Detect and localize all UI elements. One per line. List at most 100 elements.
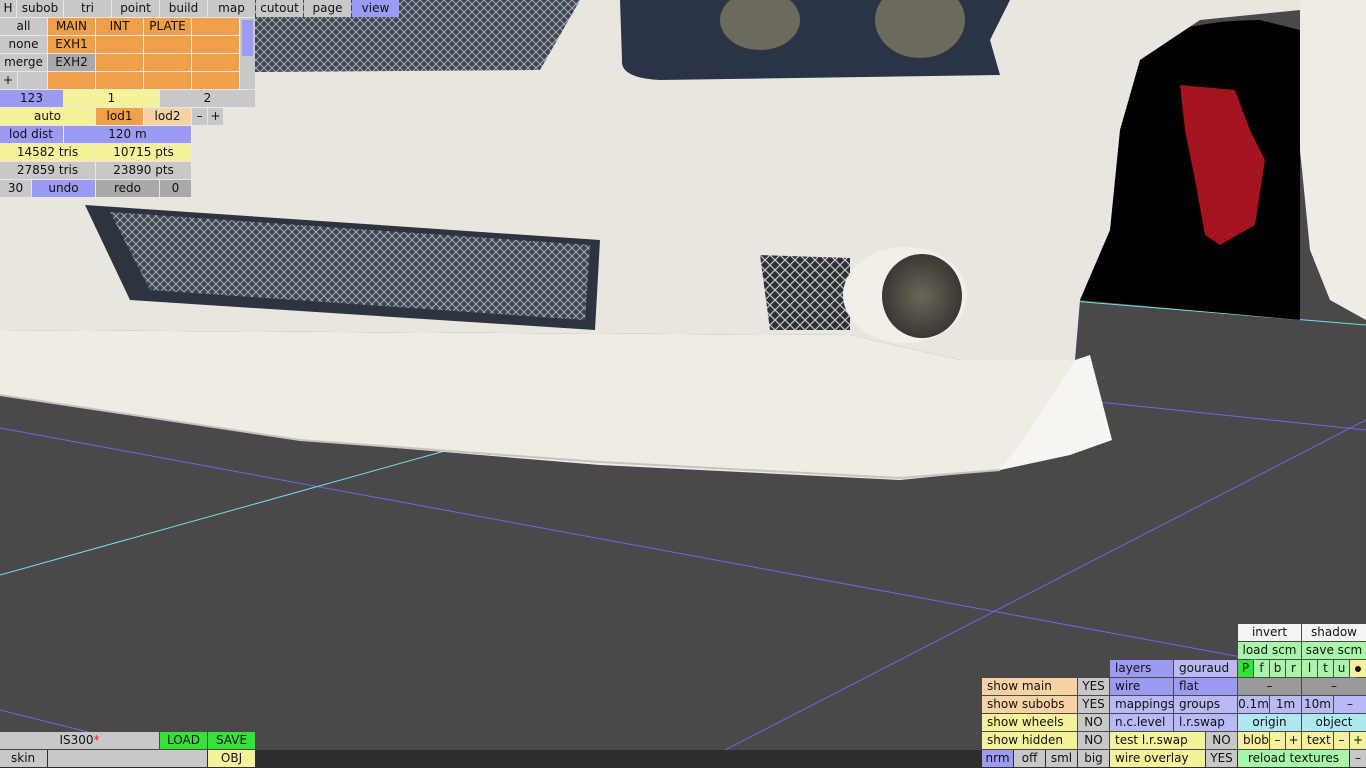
reload-minus-button[interactable]: – — [1350, 750, 1366, 767]
dist-0-1m-button[interactable]: 0.1m — [1238, 696, 1269, 713]
lod-minus-button[interactable]: – — [192, 108, 207, 125]
layer-slot[interactable] — [192, 72, 239, 89]
skin-label: skin — [0, 750, 47, 767]
menu-subob[interactable]: subob — [17, 0, 63, 17]
menu-h[interactable]: H — [0, 0, 16, 17]
test-lr-swap-label[interactable]: test l.r.swap — [1110, 732, 1205, 749]
flat-button[interactable]: flat — [1174, 678, 1237, 695]
show-subobs-value[interactable]: YES — [1078, 696, 1109, 713]
show-main-label[interactable]: show main — [982, 678, 1077, 695]
dist-minus-button[interactable]: – — [1334, 696, 1366, 713]
layer-slot[interactable] — [96, 72, 143, 89]
layer-add-button[interactable]: + — [0, 72, 17, 89]
file-name-field[interactable]: IS300* — [0, 732, 159, 749]
stat-pts-1: 10715 pts — [96, 144, 191, 161]
mappings-button[interactable]: mappings — [1110, 696, 1173, 713]
lod2-button[interactable]: lod2 — [144, 108, 191, 125]
layer-merge-button[interactable]: merge — [0, 54, 47, 71]
redo-count: 0 — [160, 180, 191, 197]
gouraud-button[interactable]: gouraud — [1174, 660, 1237, 677]
show-hidden-value[interactable]: NO — [1078, 732, 1109, 749]
origin-button[interactable]: origin — [1238, 714, 1301, 731]
text-minus-button[interactable]: – — [1334, 732, 1349, 749]
save-scm-button[interactable]: save scm — [1302, 642, 1366, 659]
view-number-123[interactable]: 123 — [0, 90, 63, 107]
save-button[interactable]: SAVE — [208, 732, 255, 749]
blob-plus-button[interactable]: + — [1286, 732, 1301, 749]
text-plus-button[interactable]: + — [1350, 732, 1366, 749]
layer-slot[interactable] — [96, 36, 143, 53]
shadow-button[interactable]: shadow — [1302, 624, 1366, 641]
view-t-button[interactable]: t — [1318, 660, 1333, 677]
menu-page[interactable]: page — [304, 0, 351, 17]
wire-overlay-value[interactable]: YES — [1206, 750, 1237, 767]
layer-slot[interactable] — [144, 36, 191, 53]
layer-slot[interactable] — [192, 54, 239, 71]
undo-button[interactable]: undo — [32, 180, 95, 197]
show-subobs-label[interactable]: show subobs — [982, 696, 1077, 713]
wire-button[interactable]: wire — [1110, 678, 1173, 695]
menu-build[interactable]: build — [160, 0, 207, 17]
dash-button-2[interactable]: – — [1302, 678, 1366, 695]
layer-slot[interactable] — [192, 36, 239, 53]
dash-button-1[interactable]: – — [1238, 678, 1301, 695]
menu-point[interactable]: point — [112, 0, 159, 17]
redo-button[interactable]: redo — [96, 180, 159, 197]
blob-minus-button[interactable]: – — [1270, 732, 1285, 749]
dist-10m-button[interactable]: 10m — [1302, 696, 1333, 713]
wire-overlay-label[interactable]: wire overlay — [1110, 750, 1205, 767]
menu-cutout[interactable]: cutout — [256, 0, 303, 17]
view-r-button[interactable]: r — [1286, 660, 1301, 677]
layer-exh1[interactable]: EXH1 — [48, 36, 95, 53]
lod-dist-value[interactable]: 120 m — [64, 126, 191, 143]
big-button[interactable]: big — [1078, 750, 1109, 767]
layer-plate[interactable]: PLATE — [144, 18, 191, 35]
view-b-button[interactable]: b — [1270, 660, 1285, 677]
layer-slot[interactable] — [144, 54, 191, 71]
lod-auto-button[interactable]: auto — [0, 108, 95, 125]
obj-button[interactable]: OBJ — [208, 750, 255, 767]
menu-tri[interactable]: tri — [64, 0, 111, 17]
load-scm-button[interactable]: load scm — [1238, 642, 1301, 659]
view-f-button[interactable]: f — [1254, 660, 1269, 677]
layer-slot[interactable] — [144, 72, 191, 89]
show-wheels-label[interactable]: show wheels — [982, 714, 1077, 731]
layer-slot[interactable] — [48, 72, 95, 89]
layer-exh2[interactable]: EXH2 — [48, 54, 95, 71]
view-u-button[interactable]: u — [1334, 660, 1349, 677]
menu-view[interactable]: view — [352, 0, 399, 17]
menu-map[interactable]: map — [208, 0, 255, 17]
object-button[interactable]: object — [1302, 714, 1366, 731]
view-number-1[interactable]: 1 — [64, 90, 159, 107]
layer-all-button[interactable]: all — [0, 18, 47, 35]
layer-main[interactable]: MAIN — [48, 18, 95, 35]
nrm-button[interactable]: nrm — [982, 750, 1013, 767]
lod-plus-button[interactable]: + — [208, 108, 223, 125]
lod1-button[interactable]: lod1 — [96, 108, 143, 125]
show-main-value[interactable]: YES — [1078, 678, 1109, 695]
nc-level-button[interactable]: n.c.level — [1110, 714, 1173, 731]
view-number-2[interactable]: 2 — [160, 90, 255, 107]
layers-scrollbar[interactable] — [240, 18, 255, 89]
layer-none-button[interactable]: none — [0, 36, 47, 53]
layer-slot[interactable] — [192, 18, 239, 35]
test-lr-swap-value[interactable]: NO — [1206, 732, 1237, 749]
show-wheels-value[interactable]: NO — [1078, 714, 1109, 731]
invert-button[interactable]: invert — [1238, 624, 1301, 641]
layer-int[interactable]: INT — [96, 18, 143, 35]
dot-icon[interactable] — [1350, 660, 1366, 677]
lr-swap-button[interactable]: l.r.swap — [1174, 714, 1237, 731]
show-hidden-label[interactable]: show hidden — [982, 732, 1077, 749]
sml-button[interactable]: sml — [1046, 750, 1077, 767]
off-button[interactable]: off — [1014, 750, 1045, 767]
view-p-button[interactable]: P — [1238, 660, 1253, 677]
load-button[interactable]: LOAD — [160, 732, 207, 749]
layer-slot[interactable] — [96, 54, 143, 71]
skin-field[interactable] — [48, 750, 207, 767]
reload-textures-button[interactable]: reload textures — [1238, 750, 1349, 767]
layers-button[interactable]: layers — [1110, 660, 1173, 677]
dist-1m-button[interactable]: 1m — [1270, 696, 1301, 713]
groups-button[interactable]: groups — [1174, 696, 1237, 713]
scrollbar-thumb[interactable] — [242, 20, 253, 56]
view-l-button[interactable]: l — [1302, 660, 1317, 677]
